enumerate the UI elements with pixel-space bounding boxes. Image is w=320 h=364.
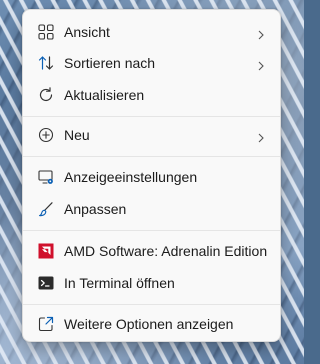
menu-item-label: Anpassen — [64, 201, 127, 217]
plus-circle-icon — [38, 127, 54, 143]
menu-item-view[interactable]: Ansicht — [27, 17, 276, 47]
refresh-icon — [38, 87, 54, 103]
menu-item-refresh[interactable]: Aktualisieren — [27, 80, 276, 110]
menu-item-label: Aktualisieren — [64, 87, 145, 103]
menu-separator — [23, 230, 280, 231]
terminal-icon — [38, 275, 54, 291]
menu-separator — [23, 156, 280, 157]
menu-item-label: Neu — [64, 127, 90, 143]
display-settings-icon — [38, 169, 54, 185]
menu-item-show-more-options[interactable]: Weitere Optionen anzeigen — [27, 309, 276, 339]
desktop-context-menu: Ansicht Sortieren nach Aktualisieren Neu… — [22, 9, 281, 342]
menu-item-label: Sortieren nach — [64, 55, 156, 71]
menu-item-open-in-terminal[interactable]: In Terminal öffnen — [27, 268, 276, 298]
chevron-right-icon — [256, 58, 266, 71]
view-grid-icon — [38, 24, 54, 40]
chevron-right-icon — [256, 27, 266, 40]
chevron-right-icon — [256, 130, 266, 143]
menu-item-display-settings[interactable]: Anzeigeeinstellungen — [27, 162, 276, 192]
sort-arrows-icon — [38, 55, 54, 71]
open-external-icon — [38, 316, 54, 332]
menu-item-label: Ansicht — [64, 24, 110, 40]
amd-logo-icon — [38, 243, 54, 259]
menu-item-sort-by[interactable]: Sortieren nach — [27, 48, 276, 78]
brush-icon — [38, 201, 54, 217]
menu-item-new[interactable]: Neu — [27, 120, 276, 150]
menu-separator — [23, 116, 280, 117]
menu-item-label: Weitere Optionen anzeigen — [64, 316, 234, 332]
menu-item-label: In Terminal öffnen — [64, 275, 175, 291]
menu-item-label: Anzeigeeinstellungen — [64, 169, 198, 185]
menu-item-personalize[interactable]: Anpassen — [27, 194, 276, 224]
menu-separator — [23, 304, 280, 305]
menu-item-amd-software[interactable]: AMD Software: Adrenalin Edition — [27, 236, 276, 266]
menu-item-label: AMD Software: Adrenalin Edition — [64, 243, 268, 259]
